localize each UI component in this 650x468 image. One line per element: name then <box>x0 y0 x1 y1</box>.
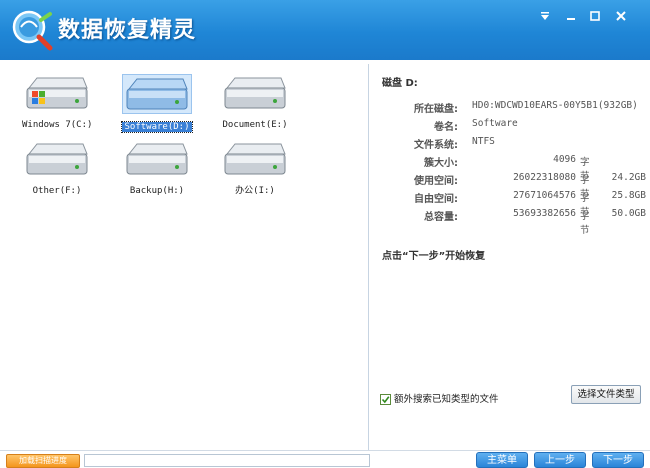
drive-item-f[interactable]: Other(F:) <box>20 140 94 197</box>
drive-label: Backup(H:) <box>129 186 185 196</box>
drive-item-h[interactable]: Backup(H:) <box>120 140 194 197</box>
main-menu-button[interactable]: 主菜单 <box>476 452 528 468</box>
drive-item-e[interactable]: Document(E:) <box>218 74 292 131</box>
close-icon <box>616 11 626 21</box>
hard-drive-icon <box>126 143 188 175</box>
select-file-type-button[interactable]: 选择文件类型 <box>571 385 641 404</box>
checkmark-icon <box>381 396 390 404</box>
system-drive-icon <box>26 77 88 109</box>
drive-label: 办公(I:) <box>235 186 275 196</box>
drive-label: Other(F:) <box>32 186 82 196</box>
drive-item-i[interactable]: 办公(I:) <box>218 140 292 197</box>
disk-info-pane: 磁盘 D: 所在磁盘: HD0:WDCWD10EARS-00Y5B1(932GB… <box>370 64 648 450</box>
close-button[interactable] <box>608 8 634 26</box>
drive-list-pane: Windows 7(C:) Software(D:) Document(E:) … <box>2 64 369 450</box>
skin-menu-button[interactable] <box>532 8 558 26</box>
title-bar: 数据恢复精灵 数据恢复精灵 <box>0 0 650 60</box>
minimize-button[interactable] <box>558 8 584 26</box>
maximize-icon <box>590 11 600 21</box>
hard-drive-icon <box>224 143 286 175</box>
load-scan-progress-button[interactable]: 加载扫描进度 <box>6 454 80 468</box>
next-step-button[interactable]: 下一步 <box>592 452 644 468</box>
extra-search-checkbox[interactable] <box>380 394 391 405</box>
hard-drive-icon <box>126 78 188 110</box>
hard-drive-icon <box>26 143 88 175</box>
drive-item-c[interactable]: Windows 7(C:) <box>20 74 94 131</box>
previous-step-button[interactable]: 上一步 <box>534 452 586 468</box>
app-logo-icon <box>12 10 53 51</box>
recovery-hint: 点击“下一步”开始恢复 <box>382 251 486 262</box>
main-area: Windows 7(C:) Software(D:) Document(E:) … <box>0 60 650 450</box>
drive-label: Document(E:) <box>222 120 288 130</box>
minimize-icon <box>567 18 575 20</box>
app-title-reflection: 数据恢复精灵 <box>58 20 196 34</box>
extra-search-label: 额外搜索已知类型的文件 <box>394 394 499 405</box>
drive-label: Windows 7(C:) <box>22 120 93 130</box>
dropdown-arrow-icon <box>541 12 549 20</box>
disk-title: 磁盘 D: <box>382 78 418 89</box>
drive-label: Software(D:) <box>121 121 193 133</box>
drive-item-d[interactable]: Software(D:) <box>120 74 194 133</box>
maximize-button[interactable] <box>582 8 608 26</box>
scan-progress-field <box>84 454 370 467</box>
hard-drive-icon <box>224 77 286 109</box>
extra-search-option[interactable]: 额外搜索已知类型的文件 <box>380 391 499 405</box>
